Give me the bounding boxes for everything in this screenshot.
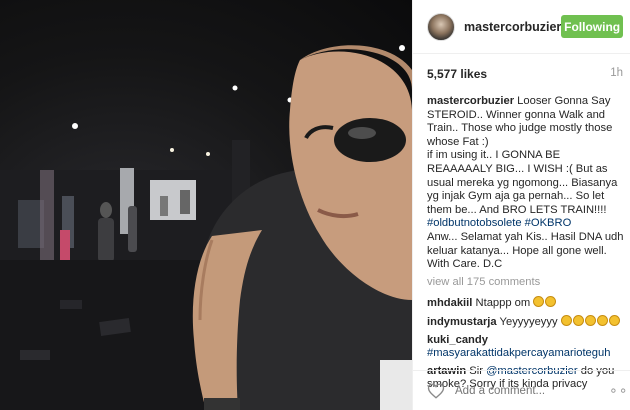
comments-list: mastercorbuzier Looser Gonna Say STEROID… xyxy=(427,95,627,396)
post-header: mastercorbuzier Following xyxy=(413,0,630,54)
caption-text-3: Anw... Selamat yah Kis.. Hasil DNA udh k… xyxy=(427,230,624,271)
comment-text: Yeyyyyeyyy xyxy=(499,315,558,328)
more-options-icon[interactable]: ∘∘∘ xyxy=(609,382,630,399)
post-sidebar: mastercorbuzier Following 5,577 likes 1h… xyxy=(412,0,630,410)
caption-hashtags[interactable]: #oldbutnotobsolete #OKBRO xyxy=(427,217,627,231)
comment-username[interactable]: indymustarja xyxy=(427,316,497,328)
comment-item: indymustarja Yeyyyyeyyy xyxy=(427,314,627,330)
likes-row: 5,577 likes 1h xyxy=(427,67,623,83)
comment-text: Ntappp om xyxy=(475,297,531,310)
caption-text-2: if im using it.. I GONNA BE REAAAAALY BI… xyxy=(427,149,618,216)
heart-icon[interactable] xyxy=(427,382,445,400)
post-age[interactable]: 1h xyxy=(610,67,623,83)
view-all-comments-link[interactable]: view all 175 comments xyxy=(427,276,627,290)
comment-item: mhdakiil Ntappp om xyxy=(427,296,627,311)
muscle-emoji-icon xyxy=(560,314,621,328)
avatar[interactable] xyxy=(427,12,455,41)
following-button[interactable]: Following xyxy=(561,15,623,38)
header-username[interactable]: mastercorbuzier xyxy=(464,20,561,34)
caption: mastercorbuzier Looser Gonna Say STEROID… xyxy=(427,95,627,272)
post-photo[interactable] xyxy=(0,0,412,410)
comment-username[interactable]: mhdakiil xyxy=(427,297,472,309)
clap-emoji-icon xyxy=(533,296,557,309)
comment-username[interactable]: kuki_candy xyxy=(427,334,488,346)
add-comment-input[interactable] xyxy=(455,384,609,397)
comment-item: kuki_candy #masyarakattidakpercayamariot… xyxy=(427,334,627,361)
comment-hashtag[interactable]: #masyarakattidakpercayamarioteguh xyxy=(427,347,610,359)
comment-bar: ∘∘∘ xyxy=(413,370,630,410)
gym-selfie-illustration xyxy=(0,45,412,410)
likes-count[interactable]: 5,577 likes xyxy=(427,67,487,83)
caption-username[interactable]: mastercorbuzier xyxy=(427,95,514,107)
